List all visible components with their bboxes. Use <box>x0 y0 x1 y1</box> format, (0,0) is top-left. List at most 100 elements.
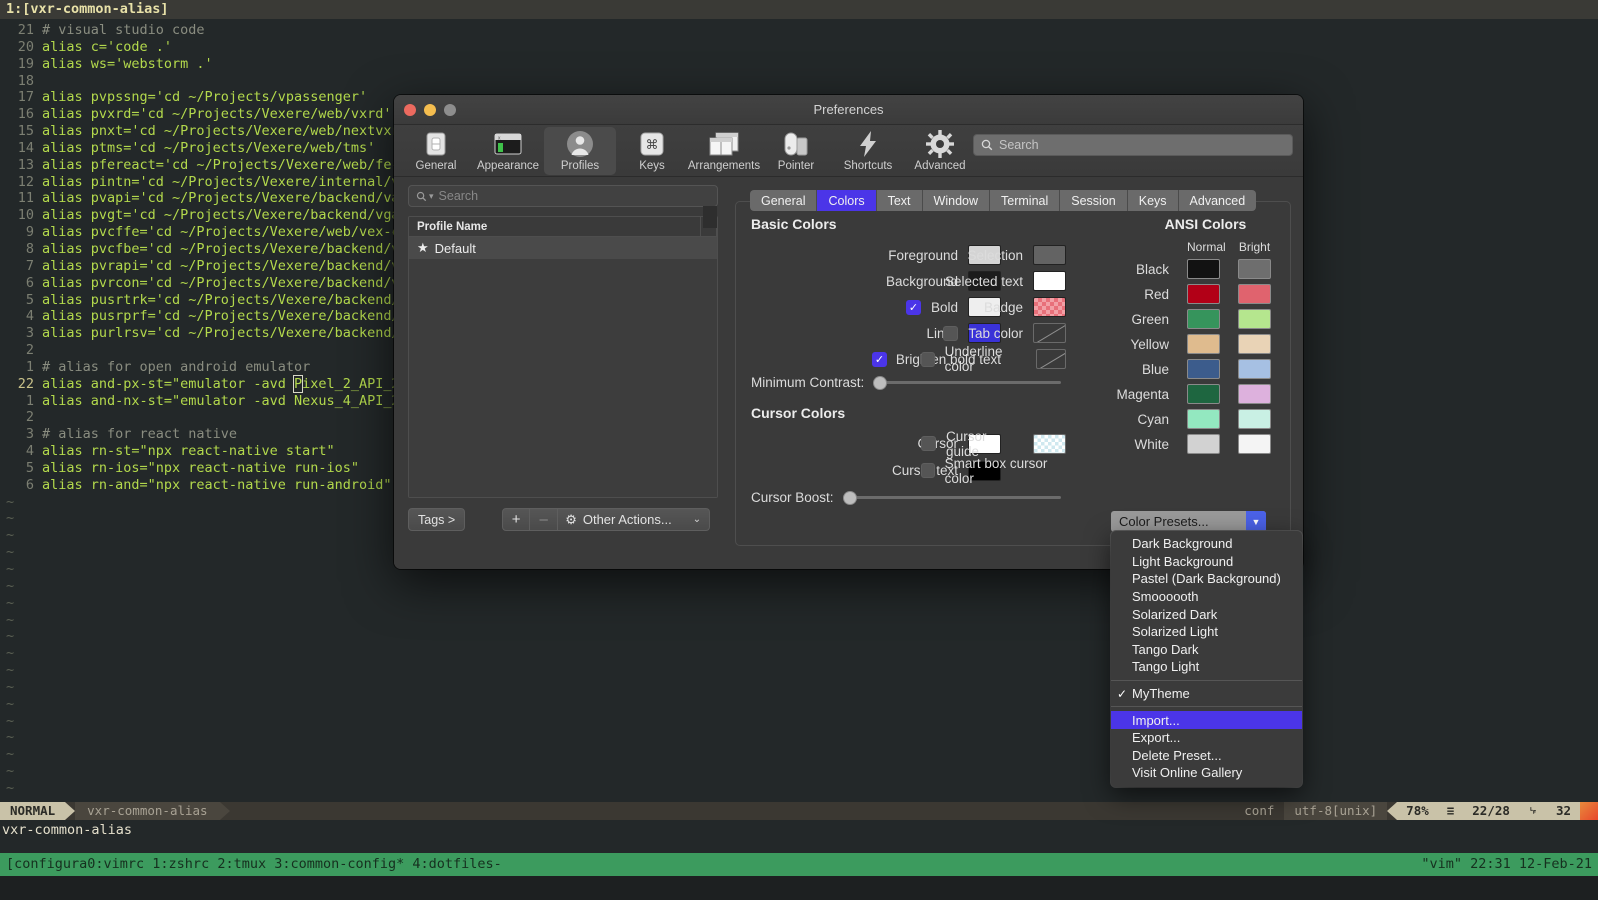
vim-cursor: P <box>292 374 304 393</box>
menu-item-dark-background[interactable]: Dark Background <box>1111 535 1302 553</box>
selected-text-color-swatch[interactable] <box>1033 271 1066 291</box>
ansi-yellow-normal-swatch[interactable] <box>1187 334 1220 354</box>
tab-session[interactable]: Session <box>1060 190 1128 211</box>
tab-keys[interactable]: Keys <box>1127 190 1179 211</box>
smart-box-cursor-label: Smart box cursor color <box>944 455 1048 486</box>
menu-item-tango-light[interactable]: Tango Light <box>1111 658 1302 676</box>
profiles-table[interactable]: Profile Name ★ Default <box>408 206 718 498</box>
ansi-row-label-green: Green <box>1131 311 1169 327</box>
table-row[interactable]: ★ Default <box>409 237 717 259</box>
other-actions-button[interactable]: ⚙ Other Actions... ⌄ <box>558 508 711 531</box>
menu-item-tango-dark[interactable]: Tango Dark <box>1111 641 1302 659</box>
profiles-scrollbar[interactable] <box>703 206 717 228</box>
vim-empty-line: ~ <box>6 645 15 662</box>
ansi-red-normal-swatch[interactable] <box>1187 284 1220 304</box>
toolbar-item-shortcuts[interactable]: Shortcuts <box>832 127 904 175</box>
vim-empty-line: ~ <box>6 662 15 679</box>
cursor-boost-slider[interactable] <box>842 490 1061 505</box>
titlebar[interactable]: Preferences <box>394 95 1303 125</box>
menu-item-export[interactable]: Export... <box>1111 729 1302 747</box>
ansi-magenta-normal-swatch[interactable] <box>1187 384 1220 404</box>
toolbar-item-profiles[interactable]: Profiles <box>544 127 616 175</box>
minimum-contrast-row: Minimum Contrast: <box>751 375 1061 390</box>
tags-button[interactable]: Tags > <box>408 508 466 531</box>
bold-checkbox[interactable]: ✓ <box>905 299 921 315</box>
preferences-window[interactable]: Preferences General x Appearance Profiles ⌘ K… <box>394 95 1303 787</box>
tmux-window-list: [configura0:vimrc 1:zshrc 2:tmux 3:commo… <box>6 856 502 872</box>
minimum-contrast-slider[interactable] <box>873 375 1061 390</box>
toolbar-item-appearance[interactable]: x Appearance <box>472 127 544 175</box>
color-presets-button[interactable]: Color Presets... ▼ <box>1111 511 1266 532</box>
ansi-black-normal-swatch[interactable] <box>1187 259 1220 279</box>
ansi-blue-bright-swatch[interactable] <box>1238 359 1271 379</box>
ansi-blue-normal-swatch[interactable] <box>1187 359 1220 379</box>
badge-color-swatch[interactable] <box>1033 297 1066 317</box>
colors-settings-panel: Basic Colors Foreground Background ✓ Bol… <box>735 201 1291 546</box>
ansi-cyan-normal-swatch[interactable] <box>1187 409 1220 429</box>
smart-box-cursor-checkbox[interactable] <box>921 463 935 478</box>
menu-item-solarized-dark[interactable]: Solarized Dark <box>1111 605 1302 623</box>
menu-item-solarized-light[interactable]: Solarized Light <box>1111 623 1302 641</box>
vim-line-number: 9 <box>25 224 34 241</box>
vim-empty-line: ~ <box>6 611 15 628</box>
underline-color-swatch[interactable] <box>1036 349 1066 369</box>
toolbar-search-field[interactable]: Search <box>973 134 1293 156</box>
ansi-row-label-blue: Blue <box>1141 361 1169 377</box>
menu-item-import[interactable]: Import... <box>1111 711 1302 729</box>
chevron-down-icon[interactable]: ▼ <box>1246 511 1266 532</box>
menu-item-visit-online-gallery[interactable]: Visit Online Gallery <box>1111 764 1302 782</box>
ansi-yellow-bright-swatch[interactable] <box>1238 334 1271 354</box>
ansi-cyan-bright-swatch[interactable] <box>1238 409 1271 429</box>
preferences-toolbar[interactable]: General x Appearance Profiles ⌘ Keys Arrangeme… <box>394 125 1303 177</box>
tab-colors[interactable]: Colors <box>817 190 877 211</box>
vim-command-line: vxr-common-alias <box>2 822 133 838</box>
vim-line-number: 18 <box>17 72 34 89</box>
menu-item-smoooooth[interactable]: Smoooooth <box>1111 588 1302 606</box>
menu-item-light-background[interactable]: Light Background <box>1111 553 1302 571</box>
selection-color-swatch[interactable] <box>1033 245 1066 265</box>
tab-general[interactable]: General <box>750 190 818 211</box>
underline-color-label: Underline color <box>944 344 1003 374</box>
toolbar-item-pointer[interactable]: Pointer <box>760 127 832 175</box>
toolbar-item-advanced[interactable]: Advanced <box>904 127 976 175</box>
remove-profile-button[interactable]: – <box>530 508 559 531</box>
vim-empty-line: ~ <box>6 678 15 695</box>
tab-advanced[interactable]: Advanced <box>1178 190 1257 211</box>
profile-search-field[interactable]: ▾ Search <box>408 185 718 207</box>
vim-line-number: 1 <box>25 392 34 409</box>
ansi-red-bright-swatch[interactable] <box>1238 284 1271 304</box>
ansi-row-label-cyan: Cyan <box>1137 411 1169 427</box>
toolbar-item-keys[interactable]: ⌘ Keys <box>616 127 688 175</box>
add-profile-button[interactable]: + <box>502 508 531 531</box>
vim-line-text: alias pvrcon='cd ~/Projects/Vexere/backe… <box>42 274 400 291</box>
brighten-bold-checkbox[interactable]: ✓ <box>871 351 887 367</box>
ansi-green-bright-swatch[interactable] <box>1238 309 1271 329</box>
mouse-icon <box>782 129 810 159</box>
color-presets-menu[interactable]: Dark Background Light Background Pastel (D… <box>1111 531 1302 787</box>
ansi-magenta-bright-swatch[interactable] <box>1238 384 1271 404</box>
tab-color-swatch[interactable] <box>1033 323 1066 343</box>
ansi-white-bright-swatch[interactable] <box>1238 434 1271 454</box>
vim-line-text: alias pvapi='cd ~/Projects/Vexere/backen… <box>42 190 400 207</box>
tab-terminal[interactable]: Terminal <box>990 190 1061 211</box>
cursor-guide-color-swatch[interactable] <box>1033 433 1066 454</box>
settings-tabbar[interactable]: General Colors Text Window Terminal Session Ke… <box>750 190 1257 211</box>
toolbar-item-arrangements[interactable]: Arrangements <box>688 127 760 175</box>
vim-line-text: alias and-nx-st="emulator -avd Nexus_4_A… <box>42 392 400 409</box>
ansi-green-normal-swatch[interactable] <box>1187 309 1220 329</box>
cursor-guide-checkbox[interactable] <box>921 436 936 451</box>
tab-color-checkbox[interactable] <box>943 325 959 341</box>
tab-window[interactable]: Window <box>922 190 991 211</box>
slider-knob[interactable] <box>842 490 857 505</box>
menu-item-pastel-dark-background[interactable]: Pastel (Dark Background) <box>1111 570 1302 588</box>
slider-knob[interactable] <box>873 375 888 390</box>
tab-text[interactable]: Text <box>876 190 923 211</box>
menu-item-delete-preset[interactable]: Delete Preset... <box>1111 747 1302 765</box>
menu-item-mytheme[interactable]: ✓ MyTheme <box>1111 685 1302 703</box>
ansi-white-normal-swatch[interactable] <box>1187 434 1220 454</box>
toolbar-item-general[interactable]: General <box>400 127 472 175</box>
ansi-black-bright-swatch[interactable] <box>1238 259 1271 279</box>
underline-color-checkbox[interactable] <box>921 351 935 367</box>
window-icon <box>423 129 449 159</box>
appearance-icon: x <box>493 129 523 159</box>
